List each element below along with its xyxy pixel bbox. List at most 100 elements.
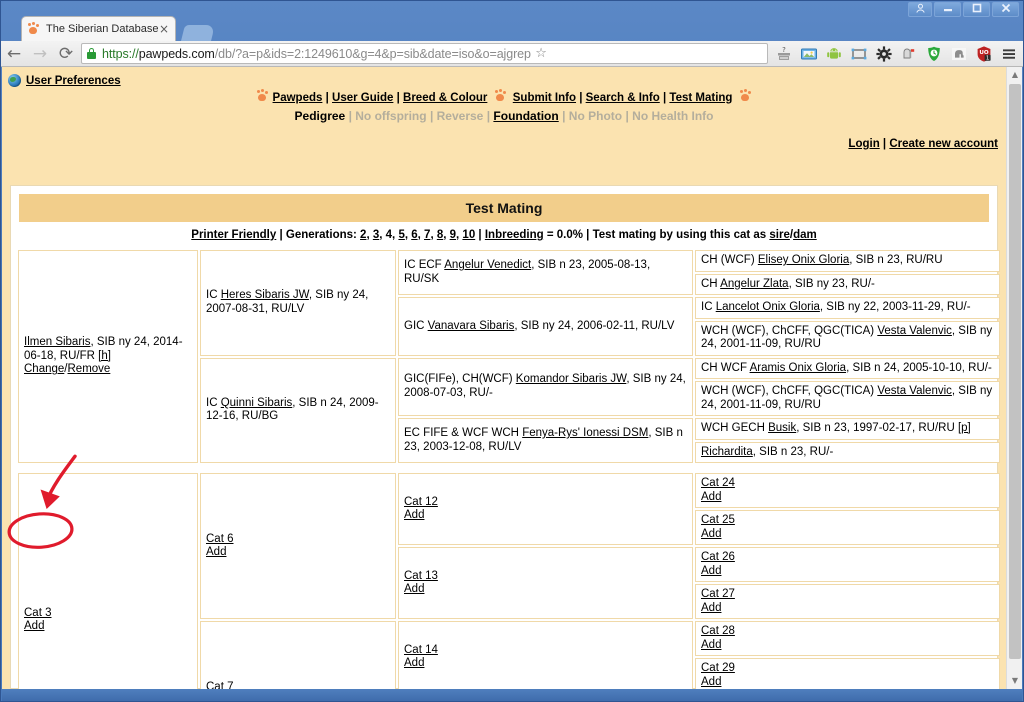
android-robot-icon[interactable] bbox=[821, 42, 846, 66]
mate-gen3-cell-2: Cat 13 Add bbox=[398, 547, 693, 619]
cat-3-name-link[interactable]: Cat 3 bbox=[24, 607, 52, 619]
subject-remove-link[interactable]: Remove bbox=[68, 363, 111, 375]
cat-3-add-link[interactable]: Add bbox=[24, 620, 44, 632]
cat-24-link[interactable]: Cat 24 bbox=[701, 477, 735, 489]
cat-29-link[interactable]: Cat 29 bbox=[701, 662, 735, 674]
question-stamp-icon[interactable]: ? bbox=[771, 42, 796, 66]
generations-8[interactable]: 8 bbox=[437, 229, 443, 241]
green-shield-clock-icon[interactable] bbox=[921, 42, 946, 66]
nav-pawpeds[interactable]: Pawpeds bbox=[273, 92, 323, 104]
browser-toolbar: ← → ⟳ https://pawpeds.com/db/?a=p&ids=2:… bbox=[1, 41, 1023, 67]
printer-friendly-link[interactable]: Printer Friendly bbox=[191, 229, 276, 241]
gen3-2-name-link[interactable]: Vanavara Sibaris bbox=[428, 320, 515, 332]
gen4-3-name-link[interactable]: Lancelot Onix Gloria bbox=[716, 301, 820, 313]
user-preferences-link[interactable]: User Preferences bbox=[26, 75, 121, 87]
cat-25-link[interactable]: Cat 25 bbox=[701, 514, 735, 526]
ublock-origin-icon[interactable]: UO 1 bbox=[971, 42, 996, 66]
cat-27-link[interactable]: Cat 27 bbox=[701, 588, 735, 600]
generations-6[interactable]: 6 bbox=[411, 229, 417, 241]
login-link[interactable]: Login bbox=[848, 138, 879, 150]
gen4-8-name-link[interactable]: Richardita bbox=[701, 446, 753, 458]
scroll-down-arrow-icon[interactable]: ▼ bbox=[1007, 673, 1022, 689]
address-bar[interactable]: https://pawpeds.com/db/?a=p&ids=2:124961… bbox=[81, 43, 768, 64]
forward-button[interactable]: → bbox=[27, 41, 53, 67]
vertical-scrollbar[interactable]: ▲ ▼ bbox=[1006, 67, 1022, 689]
cat-14-add-link[interactable]: Add bbox=[404, 657, 424, 669]
generations-9[interactable]: 9 bbox=[450, 229, 456, 241]
browser-window: The Siberian Database × ← → ⟳ https://pa… bbox=[0, 0, 1024, 702]
subnav-foundation[interactable]: Foundation bbox=[493, 109, 558, 123]
cat-24-add-link[interactable]: Add bbox=[701, 491, 721, 503]
dam-name-link[interactable]: Quinni Sibaris bbox=[221, 397, 293, 409]
user-preferences-row: User Preferences bbox=[2, 67, 1006, 87]
mate-gen3-cell-1: Cat 12 Add bbox=[398, 473, 693, 545]
dam-link[interactable]: dam bbox=[793, 229, 817, 241]
cat-12-link[interactable]: Cat 12 bbox=[404, 496, 438, 508]
gen4-7-name-link[interactable]: Busik bbox=[768, 422, 796, 434]
gen4-4-name-link[interactable]: Vesta Valenvic bbox=[877, 325, 952, 337]
nav-user-guide[interactable]: User Guide bbox=[332, 92, 393, 104]
cat-26-link[interactable]: Cat 26 bbox=[701, 551, 735, 563]
gen3-3-name-link[interactable]: Komandor Sibaris JW bbox=[516, 373, 627, 385]
gen3-1-name-link[interactable]: Angelur Venedict bbox=[444, 259, 531, 271]
top-nav: Pawpeds | User Guide | Breed & Colour Su… bbox=[2, 90, 1006, 104]
cat-25-add-link[interactable]: Add bbox=[701, 528, 721, 540]
dam-cell: IC Quinni Sibaris, SIB n 24, 2009-12-16,… bbox=[200, 357, 396, 463]
cat-28-link[interactable]: Cat 28 bbox=[701, 625, 735, 637]
new-tab-button[interactable] bbox=[181, 25, 215, 41]
subject-change-link[interactable]: Change bbox=[24, 363, 64, 375]
gen4-5-name-link[interactable]: Aramis Onix Gloria bbox=[750, 362, 847, 374]
page-title: Test Mating bbox=[19, 194, 989, 222]
generations-7[interactable]: 7 bbox=[424, 229, 430, 241]
inbreeding-link[interactable]: Inbreeding bbox=[485, 229, 544, 241]
nav-test-mating[interactable]: Test Mating bbox=[669, 92, 732, 104]
url-path: /db/?a=p&ids=2:1249610&g=4&p=sib&date=is… bbox=[214, 46, 531, 61]
cat-27-add-link[interactable]: Add bbox=[701, 602, 721, 614]
svg-text:?: ? bbox=[782, 46, 786, 54]
generations-3[interactable]: 3 bbox=[373, 229, 379, 241]
cat-26-add-link[interactable]: Add bbox=[701, 565, 721, 577]
gear-icon[interactable] bbox=[871, 42, 896, 66]
create-account-link[interactable]: Create new account bbox=[889, 138, 998, 150]
gen4-2-name-link[interactable]: Angelur Zlata bbox=[720, 278, 788, 290]
cat-6-link[interactable]: Cat 6 bbox=[206, 533, 234, 545]
table-row: Ilmen Sibaris, SIB ny 24, 2014-06-18, RU… bbox=[18, 250, 1000, 463]
gen3-4-name-link[interactable]: Fenya-Rys' Ionessi DSM bbox=[522, 427, 648, 439]
photo-folder-icon[interactable] bbox=[796, 42, 821, 66]
cat-29-add-link[interactable]: Add bbox=[701, 676, 721, 688]
grey-elephant-icon[interactable] bbox=[946, 42, 971, 66]
generations-5[interactable]: 5 bbox=[398, 229, 404, 241]
generations-10[interactable]: 10 bbox=[462, 229, 475, 241]
cat-13-add-link[interactable]: Add bbox=[404, 583, 424, 595]
cat-12-add-link[interactable]: Add bbox=[404, 509, 424, 521]
sire-link[interactable]: sire bbox=[769, 229, 789, 241]
mailbox-icon[interactable] bbox=[896, 42, 921, 66]
chrome-menu-icon[interactable] bbox=[996, 42, 1021, 66]
cat-6-add-link[interactable]: Add bbox=[206, 546, 226, 558]
gen4-cell-7: WCH GECH Busik, SIB n 23, 1997-02-17, RU… bbox=[695, 418, 1000, 440]
back-button[interactable]: ← bbox=[1, 41, 27, 67]
cat-14-link[interactable]: Cat 14 bbox=[404, 644, 438, 656]
gen4-7-tag[interactable]: [p] bbox=[958, 422, 971, 434]
tab-siberian-database[interactable]: The Siberian Database × bbox=[21, 16, 176, 41]
scroll-up-arrow-icon[interactable]: ▲ bbox=[1007, 67, 1022, 83]
generations-2[interactable]: 2 bbox=[360, 229, 366, 241]
subject-health-tag[interactable]: [h] bbox=[98, 350, 111, 362]
nav-search-info[interactable]: Search & Info bbox=[586, 92, 660, 104]
subnav-no-photo: No Photo bbox=[568, 109, 623, 123]
mate-gen4-cell-4: Cat 27 Add bbox=[695, 584, 1000, 619]
cat-7-link[interactable]: Cat 7 bbox=[206, 681, 234, 690]
screenshot-frame-icon[interactable] bbox=[846, 42, 871, 66]
reload-button[interactable]: ⟳ bbox=[53, 41, 79, 67]
scrollbar-thumb[interactable] bbox=[1009, 84, 1021, 659]
subject-name-link[interactable]: Ilmen Sibaris bbox=[24, 336, 90, 348]
gen4-1-name-link[interactable]: Elisey Onix Gloria bbox=[758, 254, 849, 266]
cat-13-link[interactable]: Cat 13 bbox=[404, 570, 438, 582]
gen4-6-name-link[interactable]: Vesta Valenvic bbox=[877, 385, 952, 397]
bookmark-star-icon[interactable]: ☆ bbox=[531, 46, 547, 61]
cat-28-add-link[interactable]: Add bbox=[701, 639, 721, 651]
nav-submit-info[interactable]: Submit Info bbox=[513, 92, 576, 104]
tab-close-icon[interactable]: × bbox=[158, 23, 170, 35]
nav-breed-colour[interactable]: Breed & Colour bbox=[403, 92, 487, 104]
sire-name-link[interactable]: Heres Sibaris JW bbox=[221, 289, 309, 301]
